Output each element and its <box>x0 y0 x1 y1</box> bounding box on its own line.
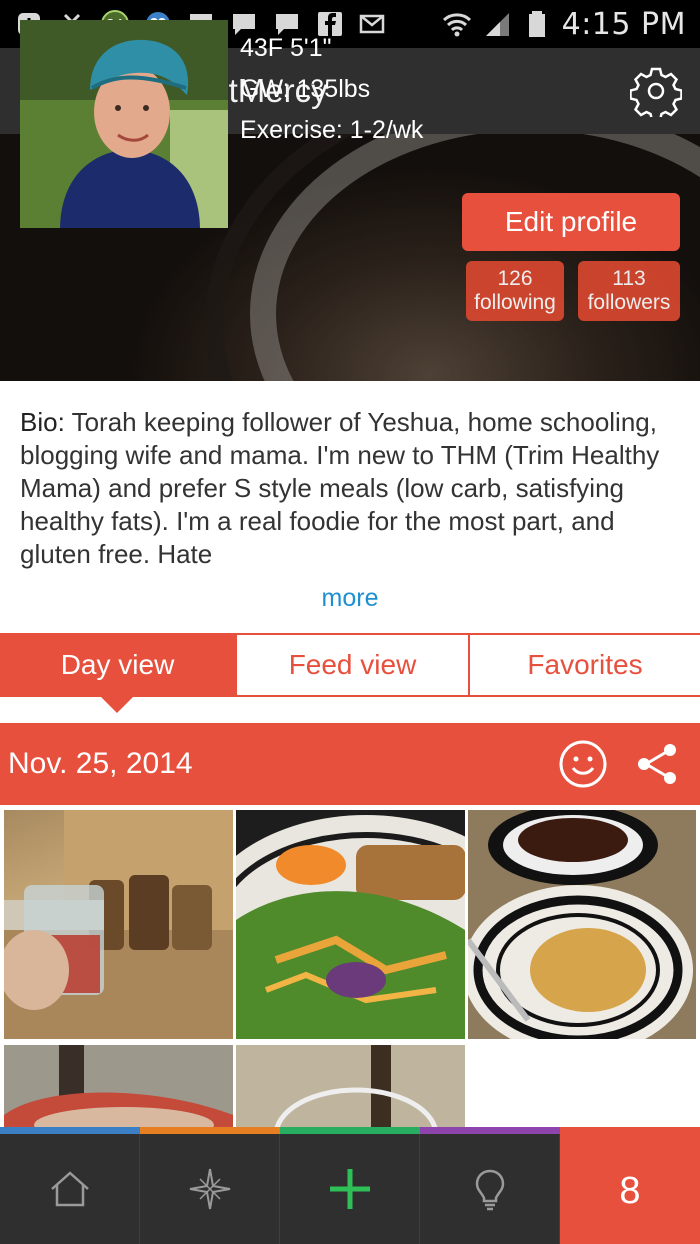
following-count-button[interactable]: 126 following <box>466 261 564 321</box>
more-link[interactable]: more <box>0 584 700 613</box>
battery-icon <box>522 9 552 39</box>
followers-count-button[interactable]: 113 followers <box>578 261 680 321</box>
svg-text:8: 8 <box>619 1170 640 1212</box>
share-icon[interactable] <box>634 741 680 787</box>
wifi-icon <box>442 9 472 39</box>
home-icon <box>50 1171 89 1207</box>
meal-photo[interactable] <box>236 810 465 1039</box>
tab-favorites[interactable]: Favorites <box>468 635 700 695</box>
view-tabs: Day view Feed view Favorites <box>0 633 700 697</box>
smiley-icon[interactable] <box>558 739 608 789</box>
bio-label: Bio: <box>20 407 65 437</box>
nav-ideas[interactable] <box>420 1134 560 1244</box>
meal-photo[interactable] <box>236 1045 465 1135</box>
stats-age-height: 43F 5'1" <box>240 34 332 62</box>
followers-label: followers <box>587 291 671 314</box>
lightbulb-icon <box>475 1169 504 1211</box>
explore-star-icon <box>189 1168 230 1210</box>
signal-icon <box>482 9 512 39</box>
tab-day-view[interactable]: Day view <box>0 635 235 695</box>
profile-8-icon: 8 <box>619 1170 640 1212</box>
nav-profile[interactable]: 8 <box>560 1134 700 1244</box>
meal-photo[interactable] <box>4 810 233 1039</box>
bottom-navigation: 8 <box>0 1134 700 1244</box>
following-label: following <box>474 291 556 314</box>
day-date: Nov. 25, 2014 <box>8 747 193 780</box>
stats-exercise: Exercise: 1-2/wk <box>240 116 424 144</box>
app-screen: 24 <box>0 0 700 1244</box>
add-plus-icon <box>329 1169 370 1209</box>
meal-photo[interactable] <box>4 1045 233 1135</box>
active-tab-pointer <box>101 697 133 713</box>
nav-color-strip <box>0 1127 700 1134</box>
nav-home[interactable] <box>0 1134 140 1244</box>
day-header: Nov. 25, 2014 <box>0 723 700 805</box>
avatar[interactable] <box>20 20 228 228</box>
following-count: 126 <box>497 267 533 290</box>
status-time: 4:15 PM <box>561 6 686 42</box>
gear-icon[interactable] <box>630 65 682 117</box>
profile-stats: 43F 5'1" GW: 135lbs Exercise: 1-2/wk <box>240 28 423 151</box>
meal-photo[interactable] <box>468 810 696 1039</box>
tab-feed-view[interactable]: Feed view <box>235 635 468 695</box>
nav-add[interactable] <box>280 1134 420 1244</box>
nav-explore[interactable] <box>140 1134 280 1244</box>
edit-profile-button[interactable]: Edit profile <box>462 193 680 251</box>
followers-count: 113 <box>612 267 646 290</box>
stats-goal-weight: GW: 135lbs <box>240 75 371 103</box>
bio-text: Bio: Torah keeping follower of Yeshua, h… <box>20 406 684 571</box>
bio-body: Torah keeping follower of Yeshua, home s… <box>20 407 660 569</box>
